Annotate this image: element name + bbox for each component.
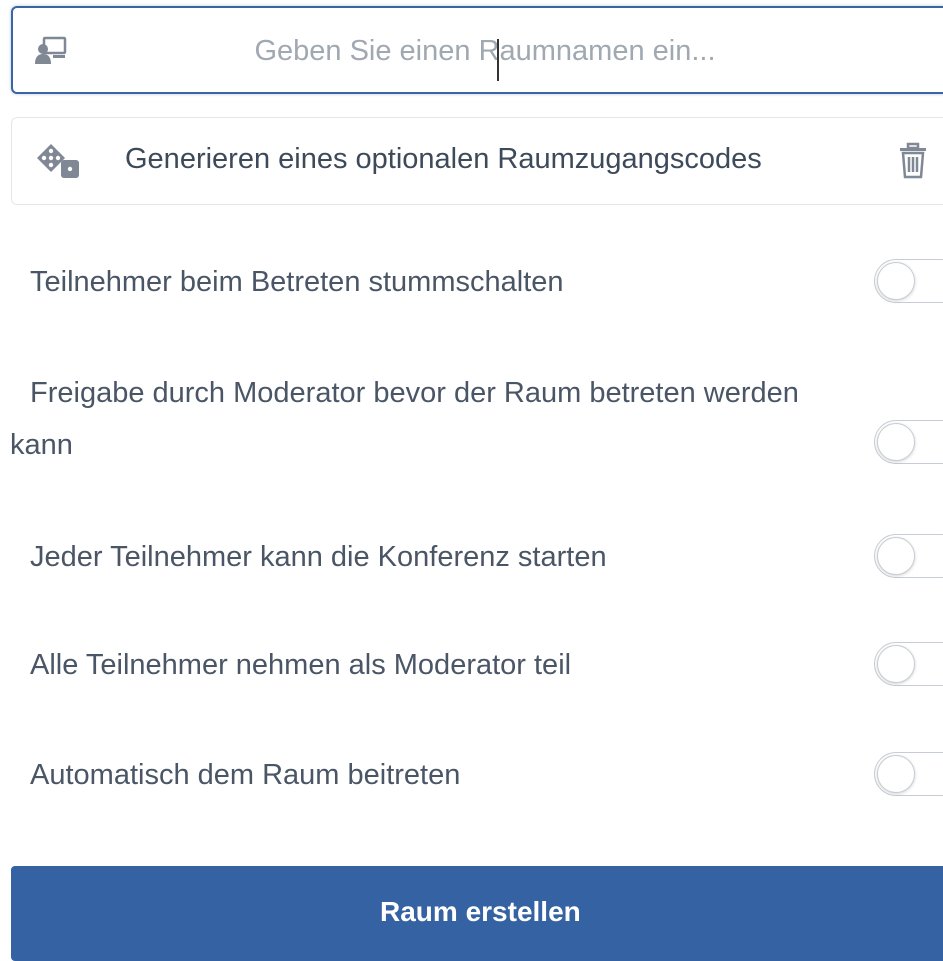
auto-join-toggle[interactable] [874, 752, 943, 796]
option-label: Teilnehmer beim Betreten stummschalten [30, 266, 564, 298]
all-moderators-toggle[interactable] [874, 642, 943, 686]
option-label-line1: Freigabe durch Moderator bevor der Raum … [30, 377, 799, 409]
toggle-knob [877, 423, 915, 461]
option-label: Alle Teilnehmer nehmen als Moderator tei… [30, 649, 572, 681]
room-presentation-icon [35, 36, 67, 66]
option-label-line2: kann [10, 429, 73, 461]
toggle-knob [877, 537, 915, 575]
room-name-field-container[interactable] [11, 6, 943, 94]
text-caret [497, 39, 499, 81]
trash-icon[interactable] [898, 142, 928, 180]
room-name-input[interactable] [93, 18, 877, 84]
moderator-approval-toggle[interactable] [874, 420, 943, 464]
access-code-label: Generieren eines optionalen Raumzugangsc… [125, 143, 762, 175]
create-room-button-label: Raum erstellen [380, 896, 581, 927]
dice-icon [35, 142, 85, 182]
toggle-knob [877, 262, 915, 300]
create-room-button[interactable]: Raum erstellen [11, 866, 943, 961]
anyone-can-start-toggle[interactable] [874, 534, 943, 578]
option-label: Jeder Teilnehmer kann die Konferenz star… [30, 541, 607, 573]
access-code-generator[interactable]: Generieren eines optionalen Raumzugangsc… [11, 117, 943, 205]
mute-on-join-toggle[interactable] [874, 259, 943, 303]
option-label: Automatisch dem Raum beitreten [30, 759, 461, 791]
toggle-knob [877, 645, 915, 683]
toggle-knob [877, 755, 915, 793]
